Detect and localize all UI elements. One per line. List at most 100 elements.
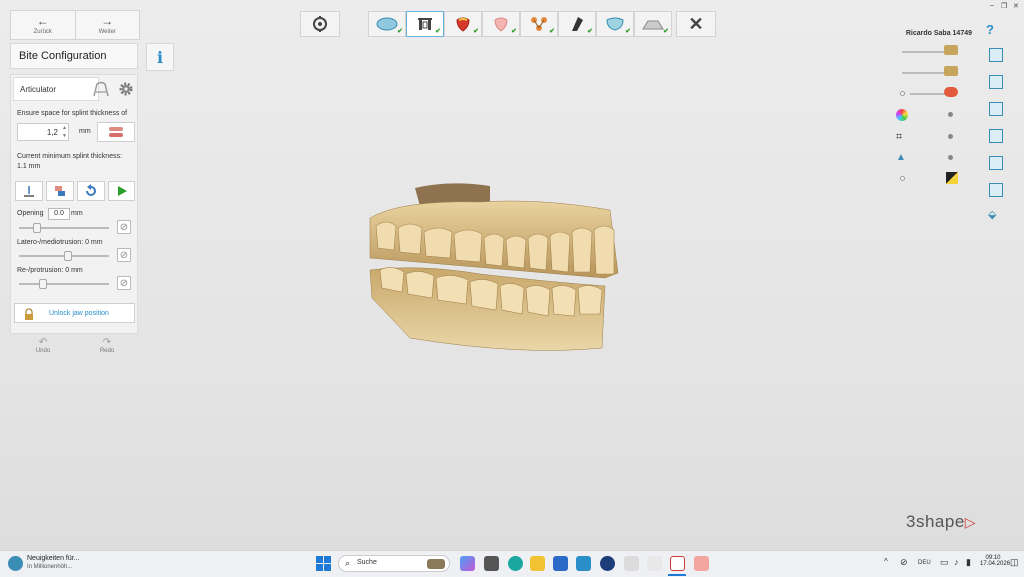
color-map-toggle[interactable] bbox=[948, 112, 953, 117]
opening-slider-knob[interactable] bbox=[33, 223, 41, 233]
tooth-app2-icon[interactable] bbox=[647, 556, 662, 571]
step-base[interactable]: ✔ bbox=[634, 11, 672, 37]
pin-tool-button[interactable] bbox=[15, 181, 43, 201]
forward-button[interactable]: → Weiter bbox=[76, 11, 140, 39]
step-gingiva[interactable]: ✔ bbox=[482, 11, 520, 37]
step-connectors[interactable]: ✔ bbox=[520, 11, 558, 37]
dental-model-3d[interactable] bbox=[360, 178, 630, 363]
news-line1[interactable]: Neuigkeiten für... bbox=[27, 555, 80, 562]
view-right-icon[interactable] bbox=[989, 129, 1003, 143]
latero-label: Latero-/mediotrusion: 0 mm bbox=[17, 239, 103, 246]
task-view-icon[interactable] bbox=[484, 556, 499, 571]
tooth-pink-icon bbox=[494, 17, 508, 32]
view-top-icon[interactable] bbox=[989, 156, 1003, 170]
close-icon: ✕ bbox=[688, 13, 704, 34]
info-button[interactable]: i bbox=[146, 43, 174, 71]
step-shell[interactable]: ✔ bbox=[596, 11, 634, 37]
transparency-icon[interactable] bbox=[946, 172, 958, 184]
extra-toggle[interactable] bbox=[900, 176, 905, 181]
opening-slider[interactable] bbox=[19, 223, 109, 233]
back-button[interactable]: ← Zurück bbox=[11, 11, 76, 39]
latero-block-button[interactable]: ⊘ bbox=[117, 248, 131, 262]
latero-slider[interactable] bbox=[19, 251, 109, 261]
notification-icon[interactable]: ◫ bbox=[1010, 557, 1019, 568]
latero-slider-knob[interactable] bbox=[64, 251, 72, 261]
crown-visibility-toggle[interactable] bbox=[900, 91, 905, 96]
network-off-icon[interactable]: ⊘ bbox=[900, 557, 908, 568]
restore-icon[interactable]: ❐ bbox=[1001, 2, 1007, 10]
protrusion-block-button[interactable]: ⊘ bbox=[117, 276, 131, 290]
monitor-icon[interactable]: ▭ bbox=[940, 557, 949, 568]
copilot-icon[interactable] bbox=[460, 556, 475, 571]
clock[interactable]: 09:10 17.04.2026 bbox=[980, 555, 1010, 567]
close-button[interactable]: ✕ bbox=[676, 11, 716, 37]
tooth-app-icon[interactable] bbox=[624, 556, 639, 571]
protrusion-slider-knob[interactable] bbox=[39, 279, 47, 289]
model-icon[interactable]: ▲ bbox=[896, 152, 906, 163]
protrusion-slider[interactable] bbox=[19, 279, 109, 289]
design-app-icon[interactable] bbox=[694, 556, 709, 571]
gear-icon[interactable] bbox=[117, 80, 135, 98]
file-explorer-icon[interactable] bbox=[530, 556, 545, 571]
step-crown[interactable]: ✔ bbox=[444, 11, 482, 37]
windows-start-icon[interactable] bbox=[316, 556, 331, 571]
nav-buttons: ← Zurück → Weiter bbox=[10, 10, 140, 40]
opening-input[interactable]: 0.0 bbox=[48, 208, 70, 220]
search-input[interactable]: ⌕ Suche bbox=[338, 555, 450, 572]
swap-jaw-button[interactable] bbox=[46, 181, 74, 201]
outlook-icon[interactable] bbox=[576, 556, 591, 571]
3shape-app-icon[interactable] bbox=[670, 556, 685, 571]
news-line2[interactable]: In Millionenhöh... bbox=[27, 564, 72, 570]
opening-block-button[interactable]: ⊘ bbox=[117, 220, 131, 234]
taskbar: Neuigkeiten für... In Millionenhöh... ⌕ … bbox=[0, 550, 1024, 577]
view-front-icon[interactable] bbox=[989, 48, 1003, 62]
undo-button[interactable]: ↶ Undo bbox=[28, 337, 58, 354]
play-button[interactable] bbox=[108, 181, 135, 201]
language-indicator[interactable]: DEU bbox=[918, 560, 931, 566]
pin-icon bbox=[24, 186, 34, 197]
redo-label: Redo bbox=[99, 348, 115, 354]
splint-view-button[interactable] bbox=[97, 122, 135, 142]
step-bite[interactable]: ✔ bbox=[406, 11, 444, 37]
check-icon: ✔ bbox=[397, 28, 403, 35]
redo-button[interactable]: ↷ Redo bbox=[92, 337, 122, 354]
window-close-icon[interactable]: ✕ bbox=[1013, 2, 1019, 10]
unlock-jaw-button[interactable]: Unlock jaw position bbox=[14, 303, 135, 323]
back-label: Zurück bbox=[33, 29, 52, 35]
search-highlight-icon bbox=[427, 559, 445, 569]
color-map-icon[interactable] bbox=[896, 109, 908, 121]
lock-icon bbox=[23, 307, 35, 325]
step-scan[interactable]: ✔ bbox=[368, 11, 406, 37]
volume-icon[interactable]: ♪ bbox=[954, 557, 959, 567]
view-bottom-icon[interactable] bbox=[989, 183, 1003, 197]
section-icon[interactable]: ⌗ bbox=[896, 131, 902, 144]
step-sculpt[interactable]: ✔ bbox=[558, 11, 596, 37]
undo-icon: ↶ bbox=[38, 337, 48, 348]
protrusion-label: Re-/protrusion: 0 mm bbox=[17, 267, 83, 274]
reset-button[interactable] bbox=[77, 181, 105, 201]
view-reset-button[interactable] bbox=[300, 11, 340, 37]
chevron-up-icon[interactable]: ^ bbox=[884, 557, 888, 566]
dental-app-icon[interactable] bbox=[600, 556, 615, 571]
current-min-label: Current minimum splint thickness: bbox=[17, 153, 123, 160]
weather-icon[interactable] bbox=[8, 556, 23, 571]
tab-articulator-label: Articulator bbox=[20, 84, 57, 94]
section-toggle[interactable] bbox=[948, 134, 953, 139]
battery-icon[interactable]: ▮ bbox=[966, 557, 971, 568]
model-toggle[interactable] bbox=[948, 155, 953, 160]
stepper-arrows-icon[interactable]: ▲ ▼ bbox=[62, 124, 67, 140]
help-icon[interactable]: ? bbox=[986, 22, 994, 37]
search-label: Suche bbox=[357, 559, 377, 566]
store-icon[interactable] bbox=[553, 556, 568, 571]
minimize-icon[interactable]: – bbox=[990, 2, 994, 9]
splint-label: Ensure space for splint thickness of bbox=[17, 110, 128, 117]
info-icon: i bbox=[156, 47, 164, 67]
screenshot-icon[interactable]: ⬙ bbox=[988, 208, 996, 221]
view-back-icon[interactable] bbox=[989, 75, 1003, 89]
lower-jaw-icon bbox=[944, 66, 958, 76]
articulator-icon[interactable] bbox=[91, 80, 111, 100]
view-left-icon[interactable] bbox=[989, 102, 1003, 116]
edge-icon[interactable] bbox=[508, 556, 523, 571]
splint-thickness-stepper[interactable]: 1,2 ▲ ▼ bbox=[17, 123, 69, 141]
tab-articulator[interactable]: Articulator bbox=[13, 77, 99, 101]
